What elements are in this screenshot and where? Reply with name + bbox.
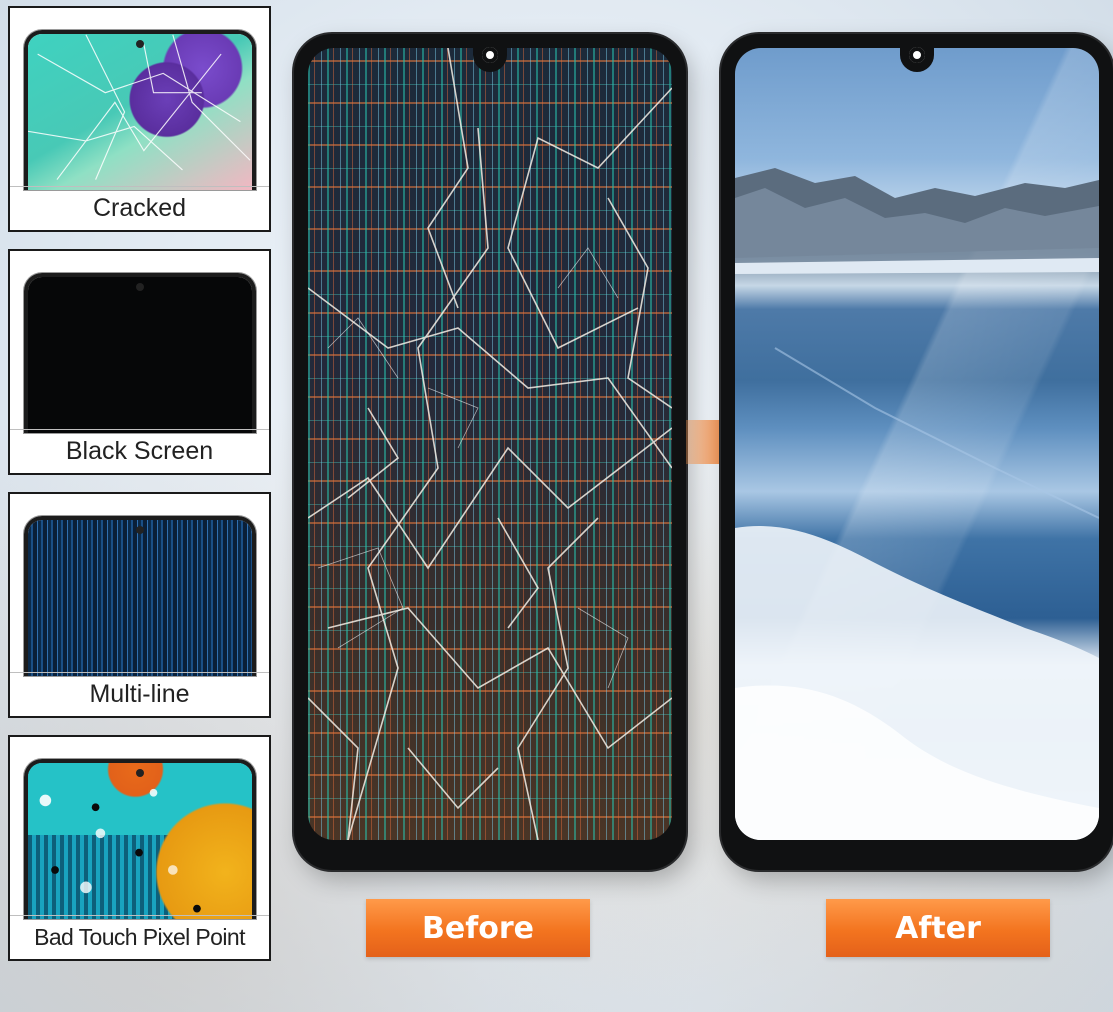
camera-icon: [136, 283, 144, 291]
condition-label: Multi-line: [10, 672, 269, 716]
crack-lines: [308, 48, 672, 840]
condition-card-bad-touch: Bad Touch Pixel Point: [8, 735, 271, 961]
thumbnail-phone: [24, 273, 256, 433]
crack-lines: [28, 34, 251, 180]
repaired-screen-image: [735, 48, 1099, 840]
broken-screen-image: [308, 48, 672, 840]
thumbnail-phone: [24, 30, 256, 190]
after-label: After: [826, 899, 1050, 957]
camera-icon: [136, 526, 144, 534]
condition-label: Black Screen: [10, 429, 269, 473]
black-screen-image: [28, 277, 252, 433]
condition-card-cracked: Cracked: [8, 6, 271, 232]
camera-icon: [136, 769, 144, 777]
condition-label: Cracked: [10, 186, 269, 230]
multi-line-screen-image: [28, 520, 252, 676]
condition-label: Bad Touch Pixel Point: [10, 915, 269, 959]
condition-card-black-screen: Black Screen: [8, 249, 271, 475]
pixel-spots: [39, 788, 201, 913]
phone-before: [294, 34, 686, 870]
phone-after: [721, 34, 1113, 870]
thumbnail-phone: [24, 759, 256, 919]
landscape-wallpaper: [735, 168, 1099, 840]
camera-icon: [136, 40, 144, 48]
thumbnail-phone: [24, 516, 256, 676]
camera-icon: [909, 47, 925, 63]
camera-icon: [482, 47, 498, 63]
before-label: Before: [366, 899, 590, 957]
condition-card-multi-line: Multi-line: [8, 492, 271, 718]
